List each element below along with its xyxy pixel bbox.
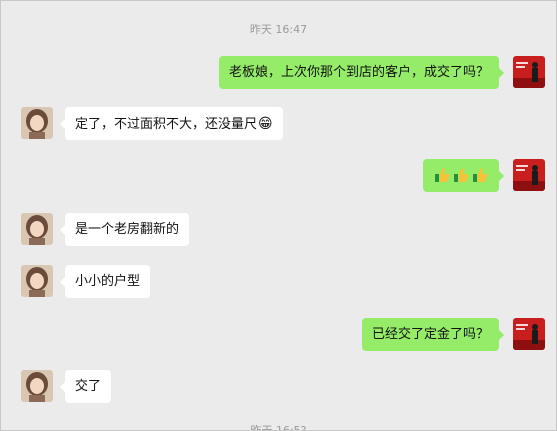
message-text: 已经交了定金了吗？	[371, 327, 489, 342]
contact-avatar[interactable]	[21, 213, 53, 245]
message-text: 定了，不过面积不大，还没量尺	[75, 117, 258, 132]
grin-emoji-icon: 😁	[258, 116, 273, 132]
chat-window: 昨天 16:47 老板娘，上次你那个到店的客户，成交了吗？ 定了，不过面积不大，…	[0, 0, 557, 431]
message-bubble-self[interactable]	[423, 159, 504, 192]
message-bubble-self[interactable]: 已经交了定金了吗？	[361, 318, 505, 351]
self-avatar[interactable]	[513, 318, 545, 350]
message-text: 老板娘，上次你那个到店的客户，成交了吗？	[228, 65, 489, 80]
thumbs-up-icon	[433, 166, 489, 184]
timestamp-top: 昨天 16:47	[249, 23, 308, 36]
contact-avatar[interactable]	[21, 370, 53, 402]
message-text: 是一个老房翻新的	[75, 222, 180, 237]
message-bubble-contact[interactable]: 是一个老房翻新的	[59, 213, 190, 246]
contact-avatar[interactable]	[21, 107, 53, 139]
self-avatar[interactable]	[513, 56, 545, 88]
message-bubble-contact[interactable]: 定了，不过面积不大，还没量尺😁	[60, 107, 283, 140]
message-bubble-contact[interactable]: 交了	[59, 370, 112, 403]
self-avatar[interactable]	[513, 159, 545, 191]
contact-avatar[interactable]	[21, 265, 53, 297]
timestamp-bottom: 昨天 16:5?	[250, 424, 307, 431]
message-bubble-self[interactable]: 老板娘，上次你那个到店的客户，成交了吗？	[218, 56, 505, 89]
message-text: 小小的户型	[75, 274, 141, 289]
message-text: 交了	[75, 379, 102, 394]
message-bubble-contact[interactable]: 小小的户型	[59, 265, 151, 298]
